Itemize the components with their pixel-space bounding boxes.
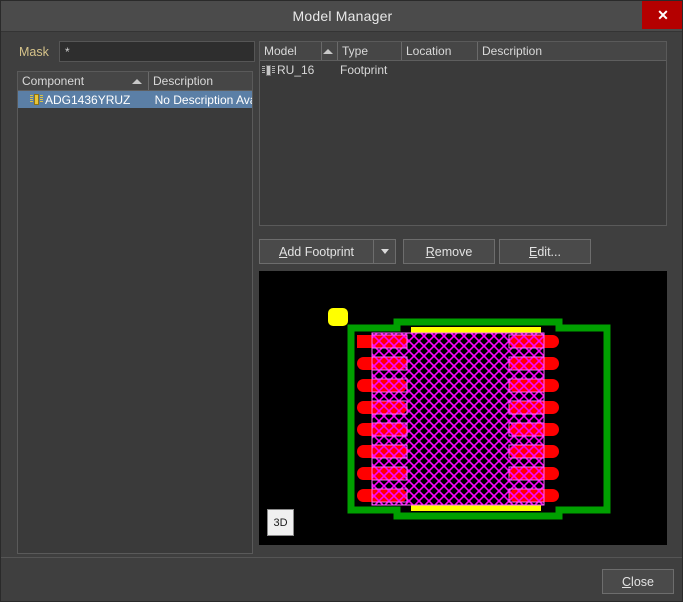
component-description: No Description Availab <box>154 92 252 107</box>
ic-chip-icon <box>30 93 43 106</box>
add-footprint-label: dd Footprint <box>287 244 355 259</box>
column-header-type[interactable]: Type <box>338 42 402 60</box>
edit-button[interactable]: Edit... <box>499 239 591 264</box>
close-button[interactable]: Close <box>602 569 674 594</box>
column-header-model[interactable]: Model <box>260 42 322 60</box>
column-header-model-description-label: Description <box>482 44 543 58</box>
pin1-marker-icon <box>328 308 348 326</box>
model-name: RU_16 <box>277 63 315 77</box>
remove-label: emove <box>434 244 473 259</box>
table-row[interactable]: RU_16 Footprint <box>260 61 666 79</box>
silk-bar-top <box>411 327 541 333</box>
silk-bar-bottom <box>411 505 541 511</box>
model-list-header: Model Type Location Description <box>260 42 666 61</box>
component-list[interactable]: Component Description ADG1436YRUZ No Des… <box>17 71 253 554</box>
add-footprint-button[interactable]: Add Footprint <box>259 239 373 264</box>
column-header-location-label: Location <box>406 44 452 58</box>
column-header-component[interactable]: Component <box>18 72 149 90</box>
column-header-model-sort[interactable] <box>322 42 338 60</box>
list-item[interactable]: ADG1436YRUZ No Description Availab <box>18 91 252 108</box>
close-icon[interactable]: ✕ <box>642 1 682 29</box>
column-header-location[interactable]: Location <box>402 42 478 60</box>
model-list[interactable]: Model Type Location Description RU_16 Fo… <box>259 41 667 226</box>
sort-ascending-icon <box>323 49 333 54</box>
footer-divider <box>1 557 682 558</box>
component-list-header: Component Description <box>18 72 252 91</box>
remove-button[interactable]: Remove <box>403 239 495 264</box>
component-name: ADG1436YRUZ <box>45 92 131 107</box>
ic-chip-icon <box>262 64 275 77</box>
close-accel: C <box>622 574 632 589</box>
column-header-component-label: Component <box>22 74 85 88</box>
model-manager-dialog: Model Manager ✕ Mask Component Descripti… <box>0 0 683 602</box>
title-bar: Model Manager ✕ <box>1 1 682 32</box>
remove-accel: R <box>425 244 435 259</box>
view-3d-button[interactable]: 3D <box>267 509 294 536</box>
column-header-model-description[interactable]: Description <box>478 42 666 60</box>
close-label: lose <box>631 574 654 589</box>
edit-label: dit... <box>537 244 561 259</box>
model-actions-toolbar: Add Footprint Remove Edit... <box>259 239 667 264</box>
chevron-down-icon <box>380 249 389 254</box>
mask-input[interactable] <box>59 41 255 62</box>
column-header-description-label: Description <box>153 74 214 88</box>
window-title: Model Manager <box>292 8 393 24</box>
add-footprint-dropdown-button[interactable] <box>373 239 396 264</box>
footprint-preview[interactable]: 3D <box>259 271 667 545</box>
footprint-preview-canvas <box>259 271 667 545</box>
mask-label: Mask <box>19 45 49 59</box>
model-type: Footprint <box>340 63 388 77</box>
column-header-description[interactable]: Description <box>149 72 252 90</box>
sort-ascending-icon <box>132 79 142 84</box>
column-header-model-label: Model <box>264 44 297 58</box>
column-header-type-label: Type <box>342 44 369 58</box>
